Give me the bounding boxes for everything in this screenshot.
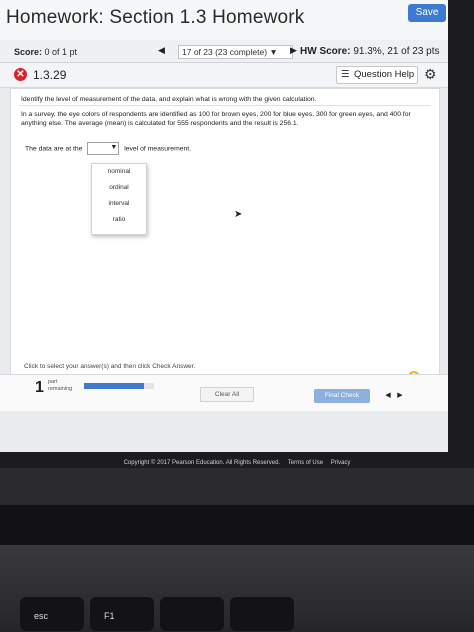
hw-score: HW Score: 91.3%, 21 of 23 pts <box>300 46 440 57</box>
save-button[interactable]: Save <box>408 4 446 22</box>
copyright-text: Copyright © 2017 Pearson Education. All … <box>123 460 281 466</box>
parts-progress-bar <box>84 383 154 389</box>
f3-key <box>230 597 294 631</box>
screen-bezel <box>0 505 474 545</box>
esc-key-label: esc <box>34 611 49 621</box>
next-question-icon[interactable]: ▶ <box>290 45 297 56</box>
question-problem: In a survey, the eye colors of responden… <box>21 111 411 127</box>
homework-page: Homework: Section 1.3 Homework Save Scor… <box>0 0 448 452</box>
question-area: Identify the level of measurement of the… <box>10 88 440 408</box>
option-ordinal[interactable]: ordinal <box>92 180 146 196</box>
f1-key-label: F1 <box>104 611 115 621</box>
part-nav: ◀ ▶ <box>382 391 412 403</box>
previous-question-icon[interactable]: ◀ <box>158 45 165 56</box>
esc-key: esc <box>20 597 84 631</box>
answer-line: The data are at the ▼ level of measureme… <box>25 142 191 155</box>
page-footer: Copyright © 2017 Pearson Education. All … <box>0 460 474 466</box>
parts-label: part remaining <box>48 379 72 393</box>
option-ratio[interactable]: ratio <box>92 212 146 228</box>
answer-suffix: level of measurement. <box>124 145 192 153</box>
question-help-label: Question Help <box>354 69 415 80</box>
parts-progress-fill <box>84 383 144 389</box>
gear-icon[interactable]: ⚙ <box>424 66 437 83</box>
page-title: Homework: Section 1.3 Homework <box>6 7 305 28</box>
click-message: Click to select your answer(s) and then … <box>24 363 196 370</box>
question-footer: 1 part remaining Clear All Final Check ◀… <box>0 374 448 411</box>
dropdown-arrow-icon: ▼ <box>110 144 118 151</box>
answer-prefix: The data are at the <box>25 145 83 153</box>
option-nominal[interactable]: nominal <box>92 164 146 180</box>
level-dropdown[interactable]: ▼ <box>87 142 120 155</box>
terms-link[interactable]: Terms of Use <box>288 460 323 466</box>
next-part-icon[interactable]: ▶ <box>394 391 406 399</box>
divider <box>19 105 431 106</box>
hw-score-value: 91.3%, 21 of 23 pts <box>353 46 440 57</box>
f2-key <box>160 597 224 631</box>
mouse-cursor-icon: ➤ <box>234 209 243 220</box>
option-interval[interactable]: interval <box>92 196 146 212</box>
final-check-button[interactable]: Final Check <box>314 389 370 403</box>
dropdown-options: nominal ordinal interval ratio <box>91 163 147 235</box>
question-bar: ✕ 1.3.29 ☰ Question Help ⚙ <box>0 63 448 88</box>
parts-label-line2: remaining <box>48 386 73 392</box>
keyboard: esc F1 <box>0 545 474 632</box>
score-value: 0 of 1 pt <box>44 47 78 57</box>
score-bar: Score: 0 of 1 pt ◀ 17 of 23 (23 complete… <box>0 40 448 63</box>
list-icon: ☰ <box>341 69 350 80</box>
clear-all-button[interactable]: Clear All <box>200 387 254 402</box>
score-text: Score: 0 of 1 pt <box>14 47 77 57</box>
score-label: Score: <box>14 47 43 57</box>
question-instruction: Identify the level of measurement of the… <box>21 96 317 103</box>
laptop-screen: Homework: Section 1.3 Homework Save Scor… <box>0 0 474 468</box>
f1-key: F1 <box>90 597 154 631</box>
parts-label-line1: part <box>48 379 58 385</box>
privacy-link[interactable]: Privacy <box>331 460 351 466</box>
question-help-button[interactable]: ☰ Question Help <box>336 66 418 84</box>
incorrect-x-icon: ✕ <box>14 68 27 81</box>
question-number: 1.3.29 <box>33 68 67 82</box>
question-progress-dropdown[interactable]: 17 of 23 (23 complete) ▼ <box>178 45 293 59</box>
prev-part-icon[interactable]: ◀ <box>382 391 394 399</box>
parts-count: 1 <box>35 379 44 396</box>
page-header: Homework: Section 1.3 Homework Save <box>0 0 448 41</box>
hw-score-label: HW Score: <box>300 46 351 57</box>
